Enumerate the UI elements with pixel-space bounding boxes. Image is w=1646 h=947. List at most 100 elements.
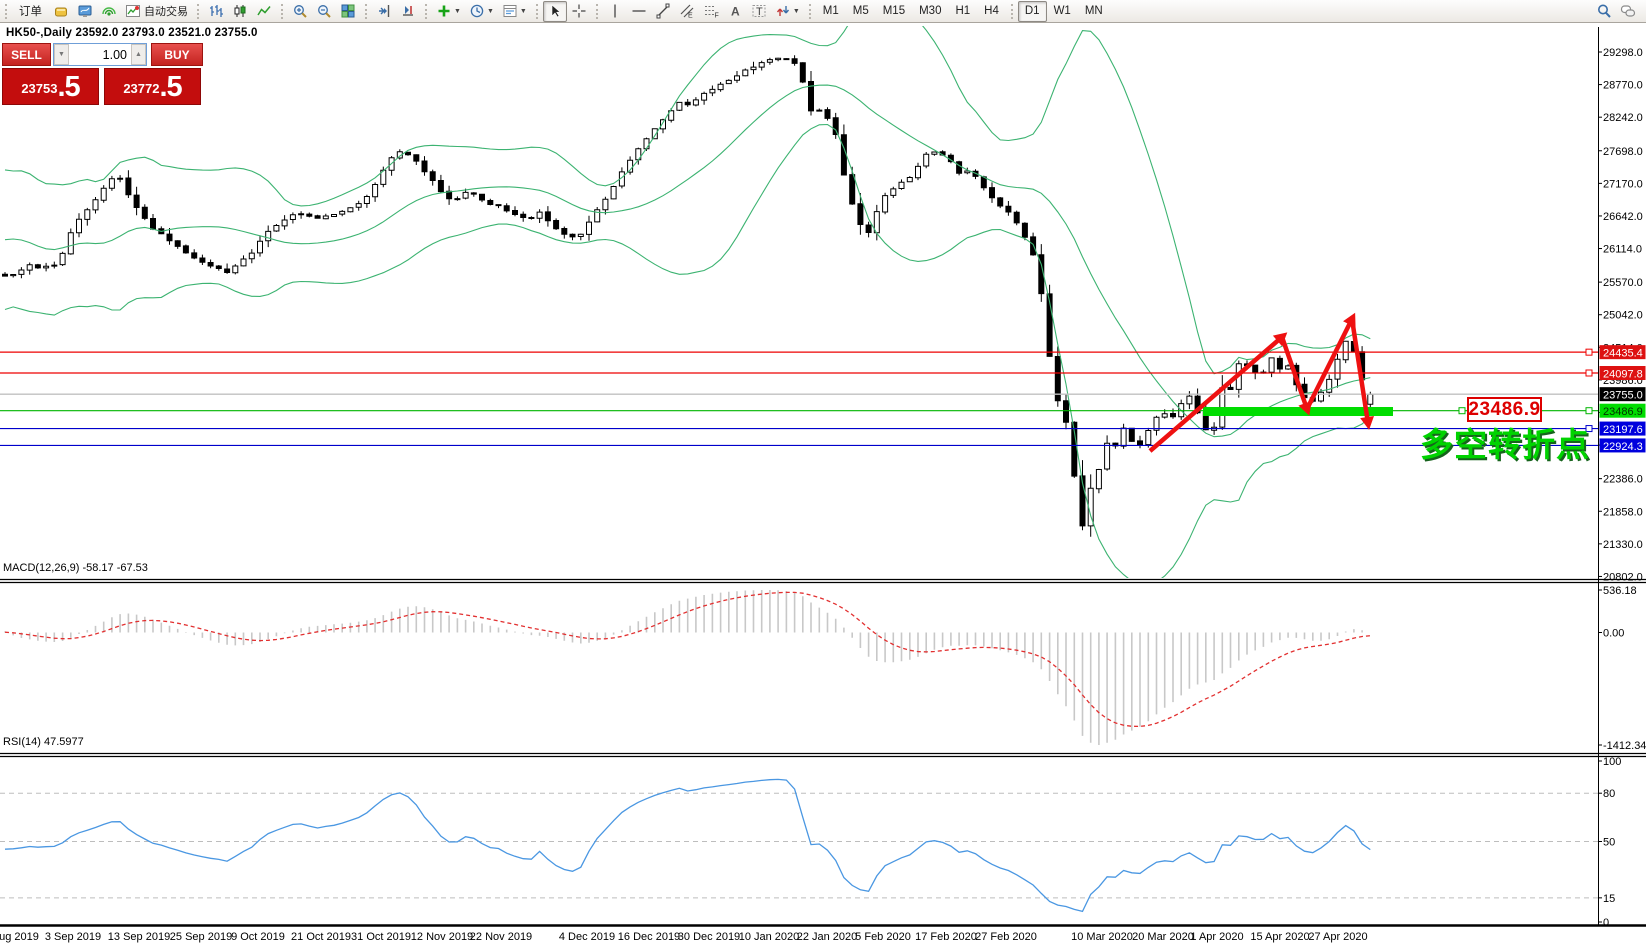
dropdown-arrow-icon: ▼	[486, 7, 494, 15]
tile-windows-button[interactable]	[336, 1, 360, 22]
svg-text:29298.0: 29298.0	[1603, 47, 1643, 59]
svg-text:22 Nov 2019: 22 Nov 2019	[470, 931, 532, 943]
line-handle[interactable]	[1585, 407, 1593, 415]
svg-text:28242.0: 28242.0	[1603, 112, 1643, 124]
volume-decrease-button[interactable]: ▼	[54, 44, 69, 65]
svg-text:9 Oct 2019: 9 Oct 2019	[231, 931, 285, 943]
svg-text:100: 100	[1603, 756, 1621, 768]
svg-text:13 Sep 2019: 13 Sep 2019	[108, 931, 170, 943]
zoom-out-button[interactable]	[312, 1, 336, 22]
line-chart-button[interactable]	[252, 1, 276, 22]
svg-text:27170.0: 27170.0	[1603, 178, 1643, 190]
trendline-button[interactable]	[651, 1, 675, 22]
svg-text:10 Jan 2020: 10 Jan 2020	[739, 931, 800, 943]
horizontal-line-button[interactable]	[627, 1, 651, 22]
rsi-indicator-label: RSI(14) 47.5977	[3, 736, 84, 748]
svg-text:20 Mar 2020: 20 Mar 2020	[1132, 931, 1194, 943]
svg-text:F: F	[714, 13, 718, 20]
time-axis-labels: 22 Aug 2019 3 Sep 2019 13 Sep 201925 Sep 2…	[0, 931, 1368, 943]
new-order-button[interactable]: 订单	[12, 1, 49, 22]
timeframe-m15[interactable]: M15	[876, 1, 912, 22]
svg-text:26642.0: 26642.0	[1603, 211, 1643, 223]
zoom-in-button[interactable]	[288, 1, 312, 22]
auto-scroll-button[interactable]	[396, 1, 420, 22]
toolbar-group-grip[interactable]	[281, 3, 284, 19]
svg-text:22386.0: 22386.0	[1603, 474, 1643, 486]
candlestick-chart-button[interactable]	[228, 1, 252, 22]
terminal-icon-button[interactable]	[73, 1, 97, 22]
chart-window: 29298.0 28770.0 28242.0 27698.0 27170.0 26642…	[0, 24, 1646, 947]
vertical-line-button[interactable]	[603, 1, 627, 22]
svg-text:27 Feb 2020: 27 Feb 2020	[975, 931, 1037, 943]
timeframe-w1[interactable]: W1	[1047, 1, 1078, 22]
comments-icon-button[interactable]	[1616, 1, 1640, 22]
buy-price-button[interactable]: 23772 .5	[104, 68, 201, 105]
timeframe-d1[interactable]: D1	[1017, 0, 1047, 22]
dropdown-arrow-icon: ▼	[454, 7, 461, 15]
timeframe-m30[interactable]: M30	[912, 1, 948, 22]
svg-text:A: A	[731, 5, 740, 19]
timeframe-m5[interactable]: M5	[846, 1, 876, 22]
periods-button[interactable]: ▼	[465, 1, 498, 22]
autotrade-button[interactable]: 自动交易	[121, 1, 192, 22]
toolbar-group-grip[interactable]	[5, 3, 8, 19]
volume-increase-button[interactable]: ▲	[131, 44, 146, 65]
timeframe-h4[interactable]: H4	[977, 1, 1006, 22]
templates-button[interactable]: ▼	[498, 1, 531, 22]
buy-button[interactable]: BUY	[151, 43, 203, 66]
svg-text:536.18: 536.18	[1603, 585, 1637, 597]
cursor-button[interactable]	[542, 0, 567, 22]
svg-text:21858.0: 21858.0	[1603, 506, 1643, 518]
toolbar-group-grip[interactable]	[595, 3, 599, 19]
svg-text:21330.0: 21330.0	[1603, 539, 1643, 551]
svg-text:24435.4: 24435.4	[1603, 348, 1643, 360]
volume-input[interactable]	[69, 44, 131, 65]
svg-text:23486.9: 23486.9	[1603, 406, 1643, 418]
vline-icon	[614, 4, 616, 18]
svg-text:12 Nov 2019: 12 Nov 2019	[411, 931, 473, 943]
svg-text:50: 50	[1603, 837, 1615, 849]
sell-price-main: 23753	[21, 81, 58, 96]
svg-text:28770.0: 28770.0	[1603, 80, 1643, 92]
channel-button[interactable]: E	[675, 1, 699, 22]
one-click-trading-panel: SELL ▼ ▲ BUY 23753 .5 23772 .5	[2, 43, 203, 105]
svg-text:T: T	[756, 6, 763, 18]
crosshair-button[interactable]	[567, 1, 591, 22]
textT-icon: T	[752, 5, 766, 18]
fibonacci-button[interactable]: F	[699, 1, 723, 22]
svg-text:1 Apr 2020: 1 Apr 2020	[1190, 931, 1243, 943]
timeframe-mn[interactable]: MN	[1078, 1, 1110, 22]
deposit-icon-button[interactable]	[49, 1, 73, 22]
text-button[interactable]: A	[723, 1, 747, 22]
svg-text:22 Jan 2020: 22 Jan 2020	[797, 931, 858, 943]
search-icon-button[interactable]	[1592, 1, 1616, 22]
linechart-icon	[257, 6, 271, 16]
chart-shift-button[interactable]	[372, 1, 396, 22]
svg-text:17 Feb 2020: 17 Feb 2020	[915, 931, 977, 943]
toolbar-group-grip[interactable]	[1010, 3, 1014, 19]
callout-anchor-handle[interactable]	[1458, 407, 1466, 415]
toolbar-group-grip[interactable]	[425, 3, 428, 19]
bar-chart-button[interactable]	[204, 1, 228, 22]
toolbar-group-grip[interactable]	[197, 3, 200, 19]
toolbar-group-grip[interactable]	[535, 3, 539, 19]
arrows-button[interactable]: ▼	[771, 1, 804, 22]
svg-text:10 Mar 2020: 10 Mar 2020	[1071, 931, 1133, 943]
svg-text:31 Oct 2019: 31 Oct 2019	[351, 931, 411, 943]
autoscroll-icon	[403, 6, 413, 16]
timeframe-h1[interactable]: H1	[948, 1, 977, 22]
toolbar-group-grip[interactable]	[808, 3, 812, 19]
sell-price-button[interactable]: 23753 .5	[2, 68, 99, 105]
line-handle[interactable]	[1585, 369, 1593, 377]
timeframe-m1[interactable]: M1	[816, 1, 846, 22]
line-handle[interactable]	[1585, 348, 1593, 356]
toolbar-group-grip[interactable]	[365, 3, 368, 19]
main-toolbar: 订单 自动交易 ▼ ▼ ▼ E F A T ▼ M1 M5 M15 M30 H1 H4 D1 W1 MN	[0, 0, 1646, 23]
hline-icon	[632, 10, 646, 12]
text-label-button[interactable]: T	[747, 1, 771, 22]
indicators-button[interactable]: ▼	[432, 1, 465, 22]
sell-button[interactable]: SELL	[2, 43, 51, 66]
price-chart-canvas[interactable]: 29298.0 28770.0 28242.0 27698.0 27170.0 26642…	[0, 24, 1646, 947]
signals-icon-button[interactable]	[97, 1, 121, 22]
chart-background	[0, 24, 1646, 947]
